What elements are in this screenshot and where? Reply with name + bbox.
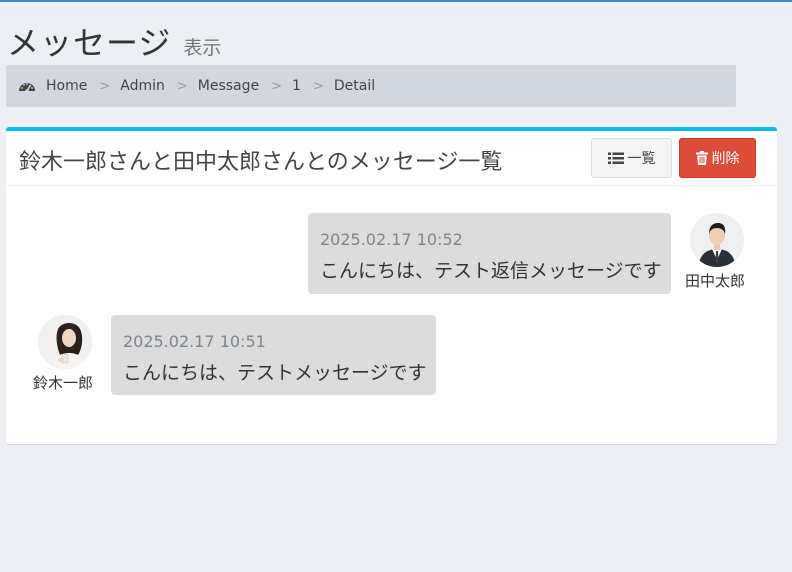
sender-name: 鈴木一郎 [33, 374, 94, 392]
avatar [690, 213, 744, 267]
message-bubble: 2025.02.17 10:52 こんにちは、テスト返信メッセージです [308, 213, 671, 294]
page-subtitle: 表示 [183, 37, 222, 59]
list-button[interactable]: 一覧 [591, 138, 672, 178]
list-icon [607, 152, 624, 165]
top-accent-line [0, 0, 792, 2]
breadcrumb-id[interactable]: 1 [292, 78, 301, 94]
breadcrumb-separator: > [312, 78, 324, 94]
message-box: 鈴木一郎さんと田中太郎さんとのメッセージ一覧 一覧 削除 2025.02.17 … [6, 127, 777, 444]
trash-icon [695, 151, 708, 165]
dashboard-icon [18, 79, 36, 93]
breadcrumb-home[interactable]: Home [46, 78, 87, 94]
message-text: こんにちは、テストメッセージです [123, 362, 427, 384]
message-text: こんにちは、テスト返信メッセージです [320, 260, 662, 282]
breadcrumb: Home > Admin > Message > 1 > Detail [6, 65, 736, 107]
page-header: メッセージ 表示 [7, 18, 221, 64]
sender-name: 田中太郎 [685, 272, 746, 290]
avatar [38, 315, 92, 369]
delete-button-label: 削除 [711, 151, 740, 167]
breadcrumb-admin[interactable]: Admin [120, 78, 165, 94]
message-time: 2025.02.17 10:52 [320, 230, 463, 249]
box-header: 鈴木一郎さんと田中太郎さんとのメッセージ一覧 一覧 削除 [6, 131, 777, 186]
breadcrumb-separator: > [271, 78, 283, 94]
box-title: 鈴木一郎さんと田中太郎さんとのメッセージ一覧 [19, 150, 503, 175]
message-time: 2025.02.17 10:51 [123, 332, 266, 351]
page-title: メッセージ [7, 24, 172, 62]
message-bubble: 2025.02.17 10:51 こんにちは、テストメッセージです [111, 315, 436, 395]
breadcrumb-detail: Detail [333, 78, 376, 94]
breadcrumb-separator: > [99, 78, 111, 94]
delete-button[interactable]: 削除 [679, 138, 756, 178]
breadcrumb-message[interactable]: Message [198, 78, 259, 94]
list-button-label: 一覧 [627, 151, 656, 167]
breadcrumb-separator: > [176, 78, 188, 94]
